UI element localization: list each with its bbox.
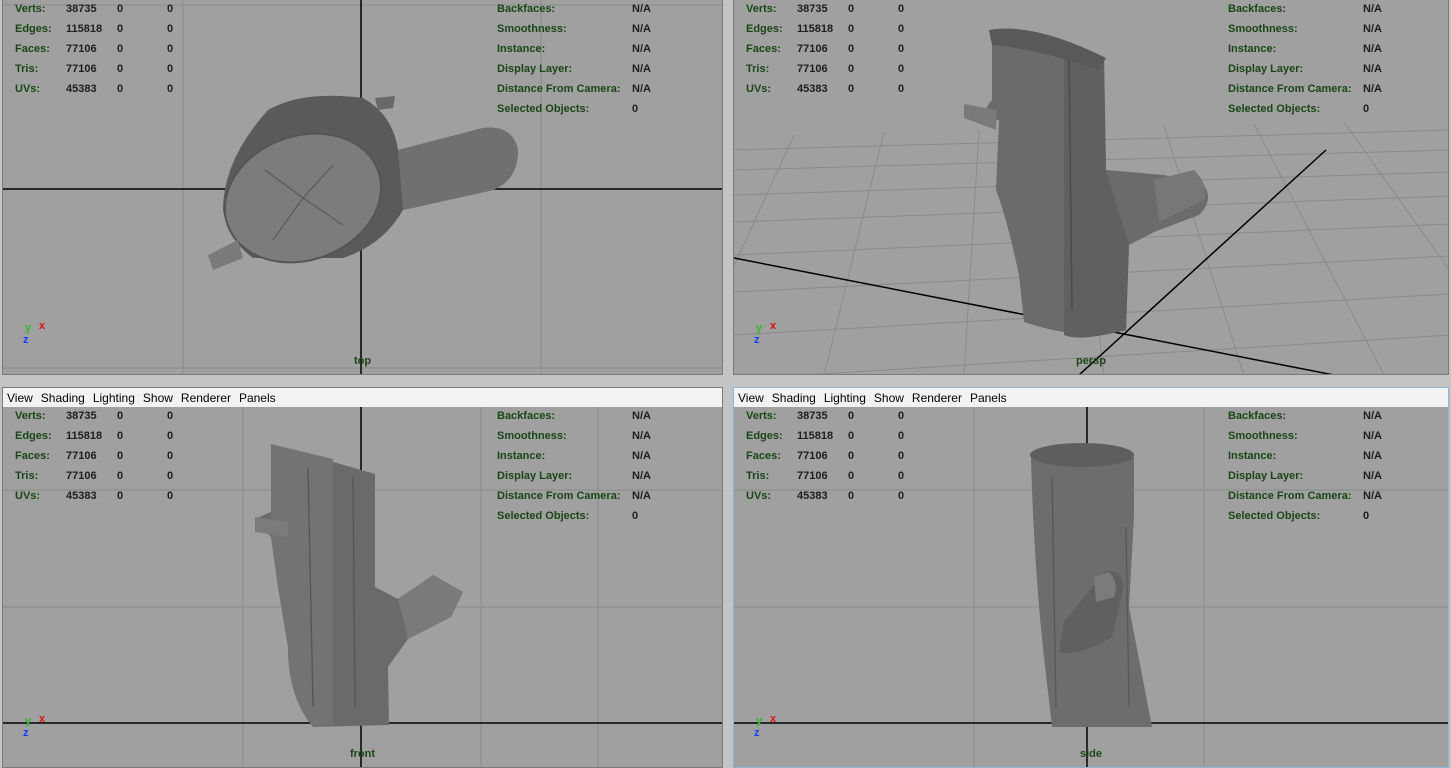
- poly-count-hud: Verts: 38735 0 0 Edges: 115818 0 0 Faces: 77106…: [746, 410, 905, 502]
- menu-lighting[interactable]: Lighting: [824, 391, 866, 405]
- menu-renderer[interactable]: Renderer: [181, 391, 231, 405]
- stump-mesh-front: [255, 444, 463, 727]
- panel-menubar: View Shading Lighting Show Renderer Pane…: [3, 388, 722, 407]
- camera-label: top: [353, 355, 372, 367]
- menu-show[interactable]: Show: [143, 391, 173, 405]
- menu-shading[interactable]: Shading: [772, 391, 816, 405]
- menu-show[interactable]: Show: [874, 391, 904, 405]
- axis-gizmo-icon: yzx: [23, 713, 46, 739]
- menu-view[interactable]: View: [738, 391, 764, 405]
- axis-gizmo-icon: yzx: [754, 320, 777, 346]
- stump-mesh-side: [1030, 443, 1152, 727]
- viewport-panel-side[interactable]: View Shading Lighting Show Renderer Pane…: [733, 387, 1449, 768]
- camera-label: side: [1079, 748, 1102, 760]
- viewport-panel-top[interactable]: Verts: 38735 0 0 Edges: 115818 0 0 Faces: 77106…: [2, 0, 723, 375]
- camera-label: persp: [1076, 355, 1106, 367]
- menu-renderer[interactable]: Renderer: [912, 391, 962, 405]
- object-info-hud: Backfaces: N/A Smoothness: N/A Instance: N/…: [497, 410, 651, 522]
- viewport-front[interactable]: Verts: 38735 0 0 Edges: 115818 0 0 Faces: 77106…: [3, 407, 722, 767]
- poly-count-hud: Verts: 38735 0 0 Edges: 115818 0 0 Faces: 77106…: [15, 410, 174, 502]
- menu-panels[interactable]: Panels: [239, 391, 276, 405]
- poly-count-hud: Verts: 38735 0 0 Edges: 115818 0 0 Faces: 77106…: [15, 3, 174, 95]
- stump-mesh-top: [208, 95, 518, 270]
- menu-view[interactable]: View: [7, 391, 33, 405]
- object-info-hud: Backfaces: N/A Smoothness: N/A Instance: N/…: [1228, 3, 1382, 115]
- viewport-top[interactable]: Verts: 38735 0 0 Edges: 115818 0 0 Faces: 77106…: [3, 0, 722, 374]
- camera-label: front: [349, 748, 376, 760]
- viewport-panel-persp[interactable]: Verts: 38735 0 0 Edges: 115818 0 0 Faces: 77106…: [733, 0, 1449, 375]
- menu-panels[interactable]: Panels: [970, 391, 1007, 405]
- object-info-hud: Backfaces: N/A Smoothness: N/A Instance: N/…: [497, 3, 651, 115]
- axis-gizmo-icon: yzx: [23, 320, 46, 346]
- panel-menubar: View Shading Lighting Show Renderer Pane…: [734, 388, 1448, 407]
- viewport-persp[interactable]: Verts: 38735 0 0 Edges: 115818 0 0 Faces: 77106…: [734, 0, 1448, 374]
- menu-shading[interactable]: Shading: [41, 391, 85, 405]
- viewport-side[interactable]: Verts: 38735 0 0 Edges: 115818 0 0 Faces: 77106…: [734, 407, 1448, 767]
- object-info-hud: Backfaces: N/A Smoothness: N/A Instance: N/…: [1228, 410, 1382, 522]
- axis-gizmo-icon: yzx: [754, 713, 777, 739]
- poly-count-hud: Verts: 38735 0 0 Edges: 115818 0 0 Faces: 77106…: [746, 3, 905, 95]
- menu-lighting[interactable]: Lighting: [93, 391, 135, 405]
- viewport-panel-front[interactable]: View Shading Lighting Show Renderer Pane…: [2, 387, 723, 768]
